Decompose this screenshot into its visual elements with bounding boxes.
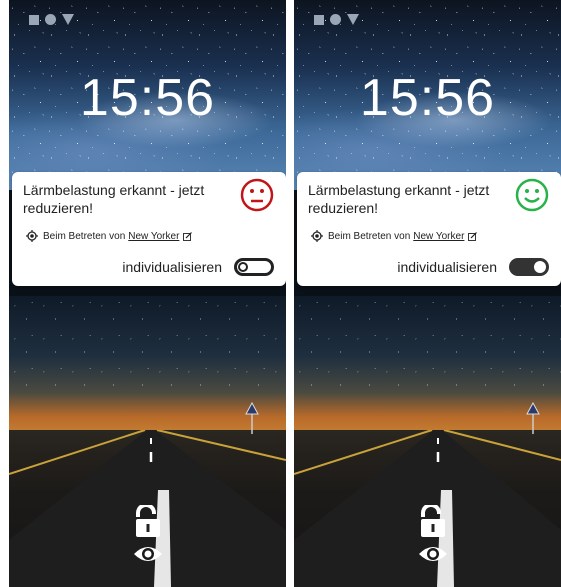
square-icon — [314, 14, 324, 25]
location-prefix: Beim Betreten von — [43, 230, 126, 242]
neutral-face-icon — [240, 178, 274, 212]
square-icon — [29, 14, 39, 25]
phone-screen-right: 15:56 Lärmbelastung erkannt - jetzt redu… — [294, 0, 561, 587]
unlock-icon[interactable] — [133, 505, 163, 537]
location-row: Beim Betreten von New Yorker — [26, 230, 193, 242]
notification-message: Lärmbelastung erkannt - jetzt reduzieren… — [308, 182, 490, 216]
triangle-icon — [62, 14, 74, 25]
location-target-icon — [26, 230, 38, 242]
triangle-icon — [347, 14, 359, 25]
circle-icon — [45, 14, 56, 25]
location-target-icon — [311, 230, 323, 242]
customize-row: individualisieren — [397, 258, 549, 276]
status-bar — [29, 14, 74, 25]
clock: 15:56 — [359, 69, 496, 127]
customize-toggle[interactable] — [234, 258, 274, 276]
notification-message: Lärmbelastung erkannt - jetzt reduzieren… — [23, 182, 205, 216]
edit-icon[interactable] — [183, 231, 193, 241]
customize-toggle[interactable] — [509, 258, 549, 276]
clock: 15:56 — [79, 69, 216, 127]
eye-icon[interactable] — [133, 543, 163, 565]
edit-icon[interactable] — [468, 231, 478, 241]
phone-screen-left: 15:56 Lärmbelastung erkannt - jetzt redu… — [9, 0, 286, 587]
customize-row: individualisieren — [122, 258, 274, 276]
road-sign-icon — [245, 402, 259, 434]
location-link[interactable]: New Yorker — [413, 231, 464, 242]
location-link[interactable]: New Yorker — [128, 231, 179, 242]
location-prefix: Beim Betreten von — [328, 230, 411, 242]
customize-label: individualisieren — [397, 259, 497, 275]
unlock-icon[interactable] — [418, 505, 448, 537]
notification-card[interactable]: Lärmbelastung erkannt - jetzt reduzieren… — [12, 172, 286, 286]
eye-icon[interactable] — [418, 543, 448, 565]
circle-icon — [330, 14, 341, 25]
location-row: Beim Betreten von New Yorker — [311, 230, 478, 242]
road-sign-icon — [526, 402, 540, 434]
happy-face-icon — [515, 178, 549, 212]
notification-card[interactable]: Lärmbelastung erkannt - jetzt reduzieren… — [297, 172, 561, 286]
customize-label: individualisieren — [122, 259, 222, 275]
status-bar — [314, 14, 359, 25]
